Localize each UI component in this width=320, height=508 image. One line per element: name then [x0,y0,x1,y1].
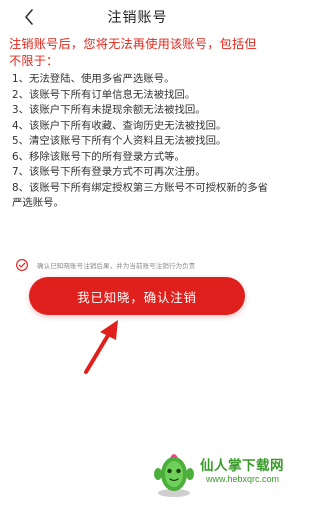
list-item: 8、该账号下所有绑定授权第三方账号不可授权新的多省严选账号。 [12,181,268,210]
header-bar: 注销账号 [0,0,275,34]
page-title: 注销账号 [107,10,168,26]
check-circle-icon [16,259,28,271]
agreement-checkbox[interactable] [16,259,28,271]
watermark-name: 仙人掌下载网 [200,458,284,474]
watermark-url: www.hebxqrc.com [206,474,280,484]
list-item: 6、移除该账号下的所有登录方式等。 [12,150,185,163]
list-item: 5、清空该账号下所有个人资料且无法被找回。 [12,135,227,147]
agreement-label: 确认已知晓账号注销后果，并为当前账号注销行为负责 [37,262,196,270]
list-item: 2、该账号下所有订单信息无法被找回。 [12,88,196,101]
agreement-row: 确认已知晓账号注销后果，并为当前账号注销行为负责 [16,257,266,273]
cactus-logo-icon [154,454,194,497]
list-item: 4、该账户下所有收藏、查询历史无法被找回。 [12,119,227,132]
notice-lead: 注销账号后，您将无法再使用该账号，包括但不限于： [9,37,257,68]
consequence-list: 1、无法登陆、使用多省严选账号。 2、该账号下所有订单信息无法被找回。 3、该账… [12,72,270,212]
pointer-arrow-icon [84,320,118,374]
list-item: 7、该账号下所有登录方式不可再次注册。 [12,166,206,178]
confirm-deactivate-button[interactable]: 我已知晓，确认注销 [29,277,245,315]
list-item: 3、该账户下所有未提现余额无法被找回。 [12,104,206,116]
watermark: 仙人掌下载网 www.hebxqrc.com [148,444,284,500]
list-item: 1、无法登陆、使用多省严选账号。 [12,73,175,85]
